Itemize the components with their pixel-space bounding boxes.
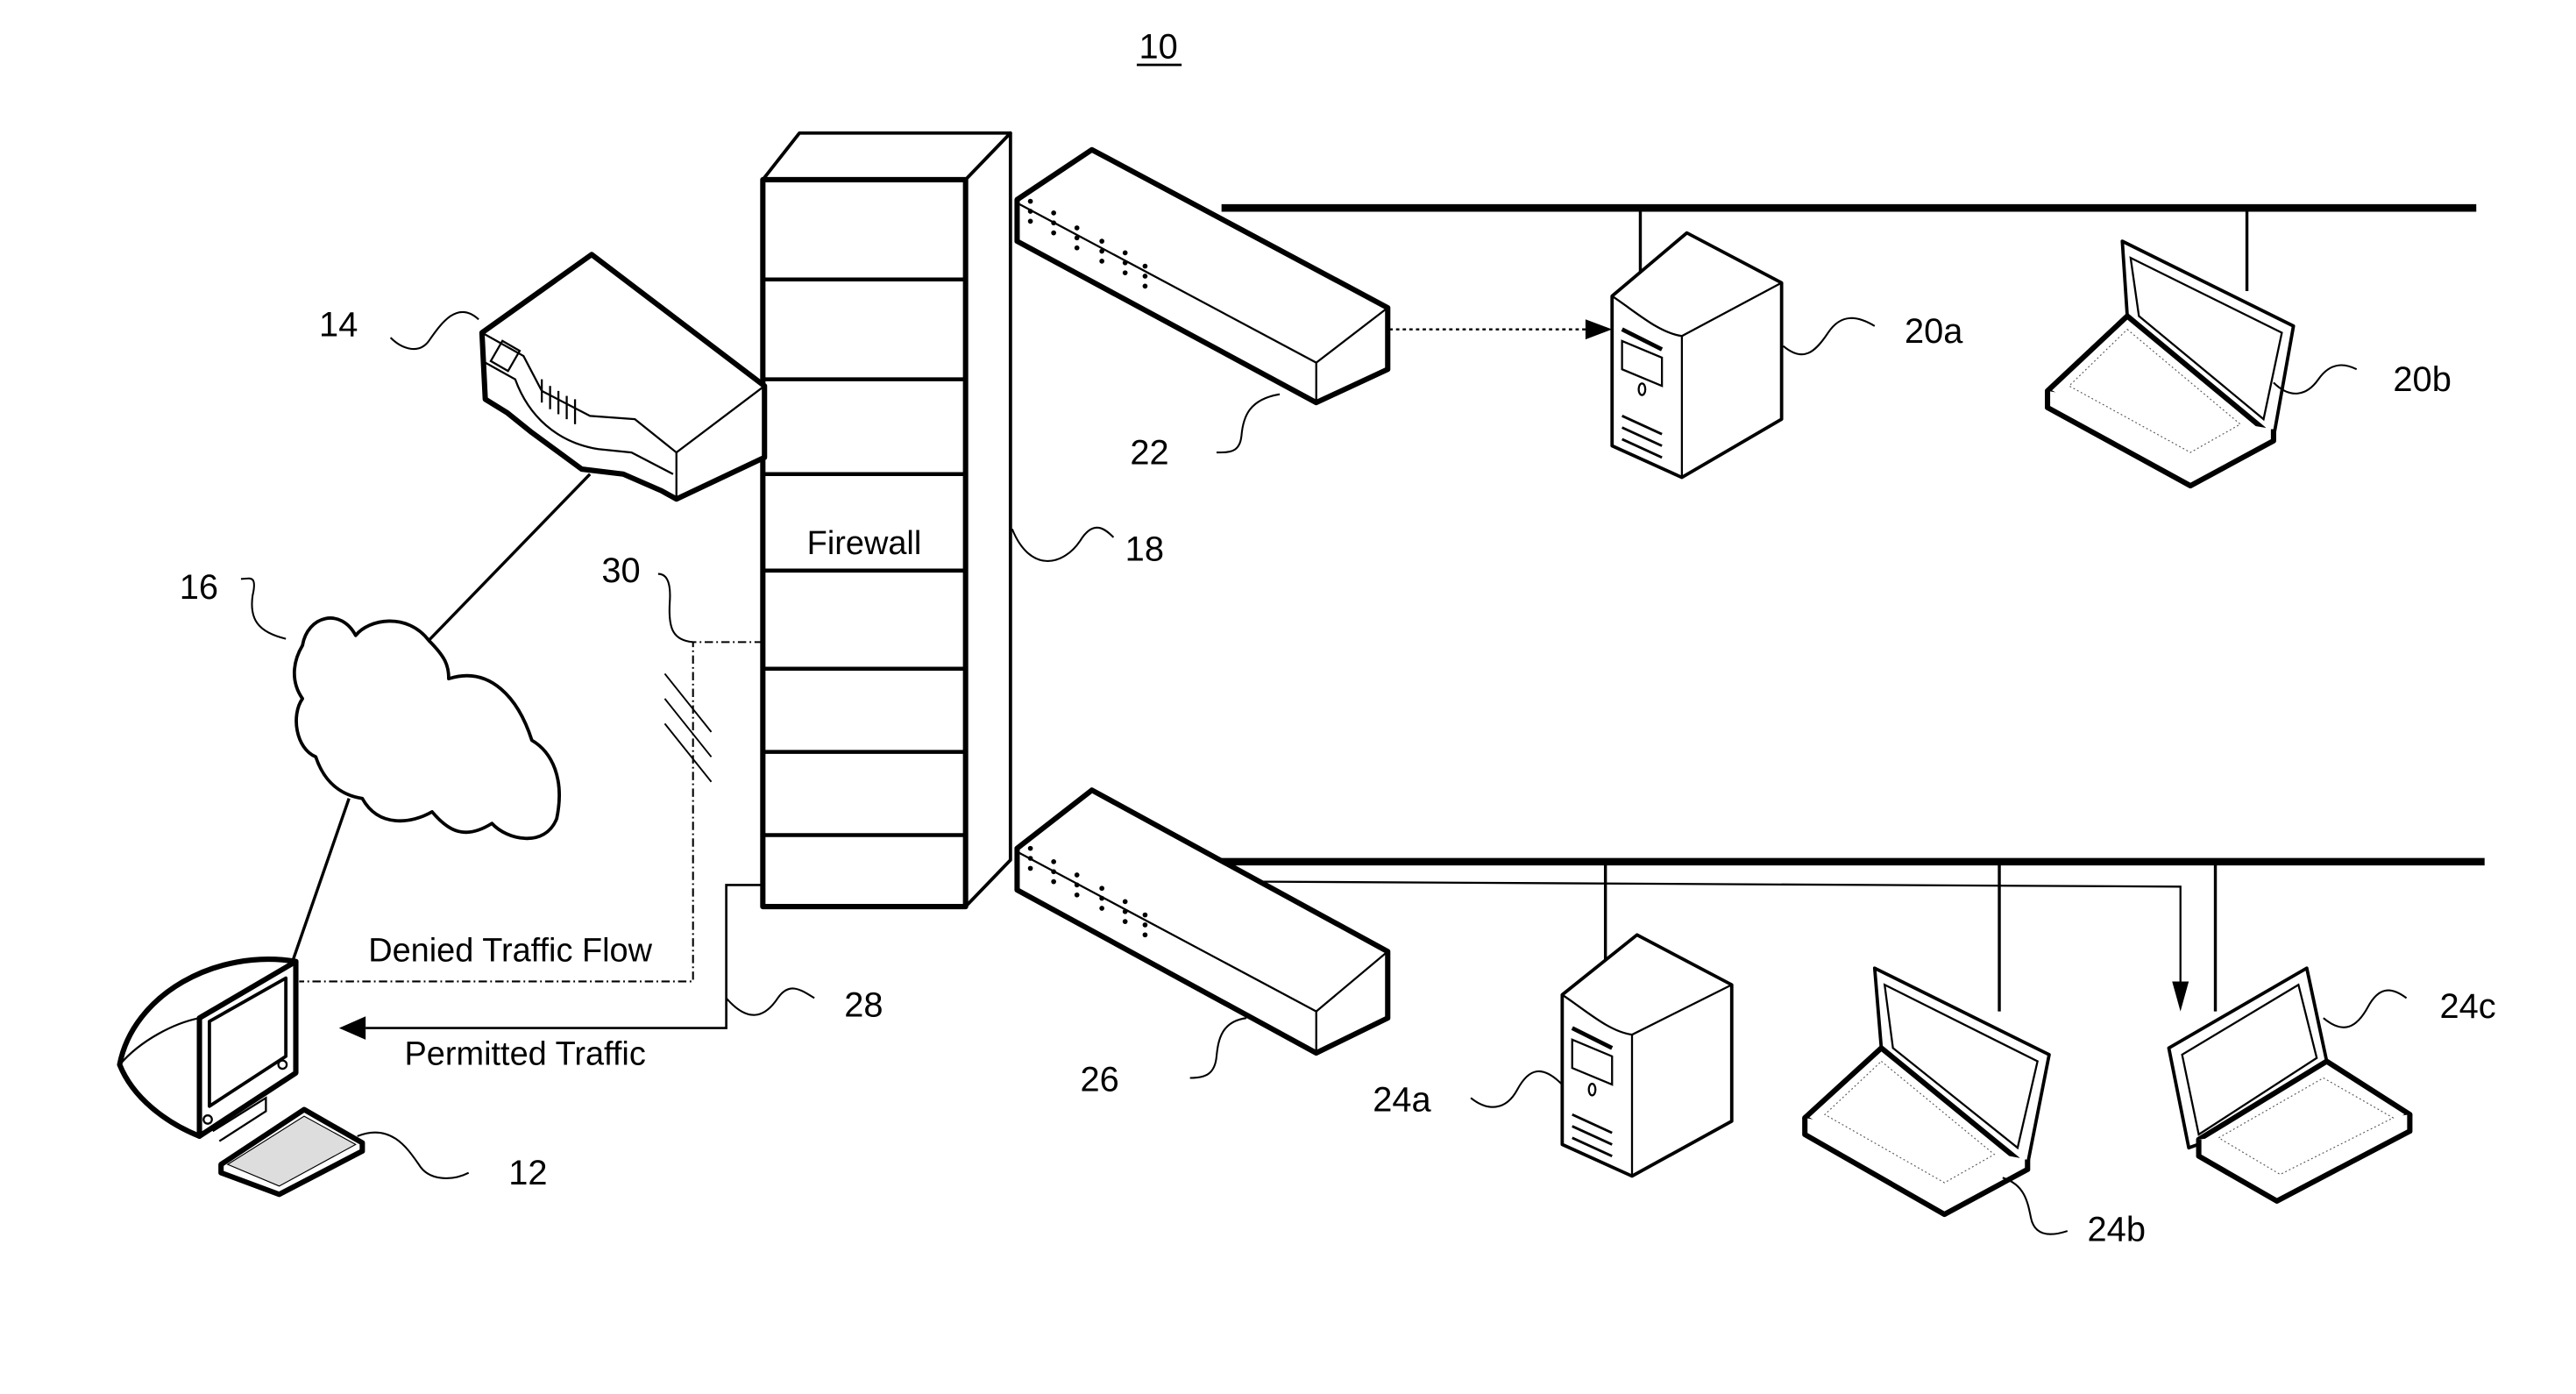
server-lower <box>1560 933 1734 1178</box>
server-lower-ref-label: 24a <box>1373 1080 1431 1119</box>
router <box>479 252 768 502</box>
network-firewall-diagram: 10 Firewall 18 22 26 14 16 Denied Traffi… <box>117 27 2496 1248</box>
laptop-upper-ref-label: 20b <box>2393 360 2451 399</box>
server-upper <box>1610 231 1784 480</box>
keyboard <box>218 1106 365 1198</box>
permitted-traffic-arrowhead <box>338 1016 366 1040</box>
figure-number-text: 10 <box>1139 27 1177 66</box>
router-leader-line <box>389 310 479 350</box>
laptop-lower-b-ref-label: 24b <box>2088 1210 2146 1248</box>
switch-lower <box>1014 787 1391 1056</box>
switch-upper-body <box>1014 146 1391 406</box>
switch-lower-body <box>1014 787 1391 1056</box>
switch-upper-leader-line <box>1216 393 1281 454</box>
firewall-leader-line <box>1011 526 1115 562</box>
switch-lower-ref-label: 26 <box>1080 1061 1118 1099</box>
switch-upper-ref-label: 22 <box>1130 433 1168 472</box>
laptop-upper <box>2044 239 2296 489</box>
computer-leader-line <box>357 1131 470 1179</box>
firewall-side-face <box>963 131 1012 908</box>
lower-traffic-arrowhead <box>2172 981 2189 1012</box>
denied-traffic-label: Denied Traffic Flow <box>368 933 652 970</box>
denied-block-marks <box>664 672 713 783</box>
client-computer <box>117 957 365 1198</box>
lower-traffic-arrow-line <box>1263 880 2182 992</box>
cloud-ref-label: 16 <box>180 568 218 607</box>
cloud-pc-link <box>291 798 351 963</box>
server-upper-ref-label: 20a <box>1905 312 1963 351</box>
permitted-ref-label: 28 <box>844 985 883 1024</box>
laptop-lower-c-ref-label: 24c <box>2440 987 2496 1026</box>
denied-ref-label: 30 <box>601 551 640 590</box>
laptop-lower-b-leader-line <box>2002 1177 2069 1235</box>
switch-lower-leader-line <box>1189 1017 1247 1079</box>
server-lower-body <box>1560 933 1734 1178</box>
upper-network-bus <box>1221 203 2477 292</box>
internet-cloud <box>292 616 561 841</box>
permitted-traffic-label: Permitted Traffic <box>405 1035 646 1072</box>
denied-leader-line <box>657 573 693 644</box>
router-cloud-link <box>427 473 592 642</box>
server-upper-body <box>1610 231 1784 480</box>
permitted-leader-line <box>725 987 815 1016</box>
server-upper-leader-line <box>1782 316 1876 356</box>
permitted-traffic-path: Permitted Traffic <box>338 884 763 1072</box>
server-lower-leader-line <box>1470 1070 1564 1108</box>
router-ref-label: 14 <box>319 305 358 344</box>
firewall-tower: Firewall <box>760 131 1012 910</box>
laptop-lower-b <box>1802 966 2051 1218</box>
computer-ref-label: 12 <box>508 1154 547 1192</box>
cloud-leader-line <box>240 577 287 640</box>
figure-number: 10 <box>1136 27 1182 66</box>
firewall-ref-label: 18 <box>1125 530 1164 568</box>
upper-traffic-arrowhead <box>1585 319 1613 340</box>
firewall-label: Firewall <box>807 525 922 562</box>
laptop-lower-c-leader-line <box>2323 989 2408 1028</box>
switch-upper <box>1014 146 1391 406</box>
laptop-lower-c <box>2167 966 2413 1204</box>
router-body <box>479 252 768 502</box>
